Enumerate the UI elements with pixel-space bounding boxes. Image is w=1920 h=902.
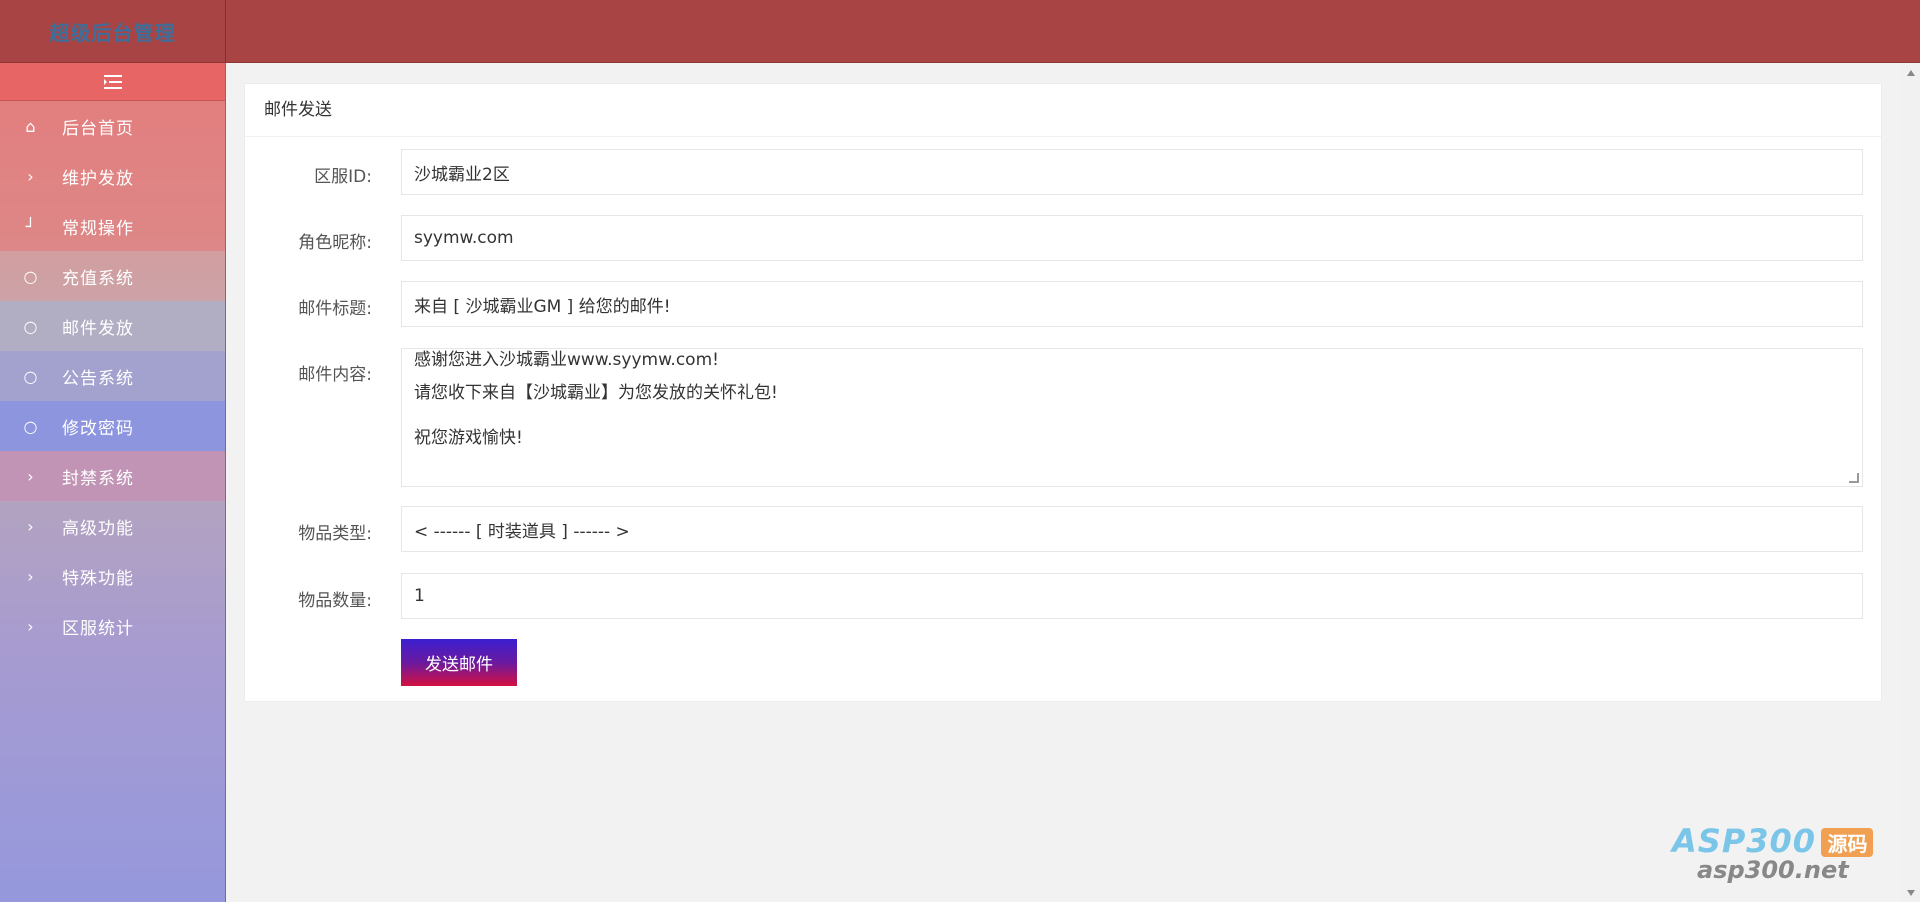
item-count-label: 物品数量: [298, 591, 372, 611]
chevron-right-icon: › [27, 166, 35, 186]
sidebar-item-maintenance[interactable]: › 维护发放 [0, 151, 225, 201]
sidebar-item-mail[interactable]: ○ 邮件发放 [0, 301, 225, 351]
sidebar-item-label: 维护发放 [62, 168, 134, 189]
content-line: 感谢您进入沙城霸业www.syymw.com! [414, 350, 719, 370]
sidebar-item-label: 邮件发放 [62, 318, 134, 339]
circle-icon: ○ [23, 366, 39, 386]
sidebar-item-advanced[interactable]: › 高级功能 [0, 501, 225, 551]
top-header: 超级后台管理 [0, 0, 1920, 63]
sidebar-item-label: 区服统计 [62, 618, 134, 639]
menu-fold-icon [103, 74, 122, 89]
sidebar-item-label: 封禁系统 [62, 468, 134, 489]
sidebar-item-label: 充值系统 [62, 268, 134, 289]
mail-form-card: 邮件发送 区服ID: 沙城霸业2区 角色昵称: syymw.com 邮件标题: … [244, 83, 1882, 702]
watermark-badge: 源码 [1821, 828, 1874, 857]
chevron-right-icon: › [27, 516, 35, 536]
sidebar-item-announcement[interactable]: ○ 公告系统 [0, 351, 225, 401]
scroll-up-icon[interactable] [1907, 70, 1915, 76]
role-input[interactable]: syymw.com [401, 215, 1863, 261]
subject-label: 邮件标题: [298, 299, 372, 319]
watermark-url: asp300.net [1697, 856, 1849, 884]
sidebar-item-routine[interactable]: ┘ 常规操作 [0, 201, 225, 251]
content-line: 祝您游戏愉快! [414, 428, 523, 448]
server-label: 区服ID: [314, 167, 372, 187]
circle-icon: ○ [23, 266, 39, 286]
content-label: 邮件内容: [298, 365, 372, 385]
item-type-select[interactable]: < ------ [ 时装道具 ] ------ > [401, 506, 1863, 552]
sidebar-item-stats[interactable]: › 区服统计 [0, 601, 225, 651]
logo: 超级后台管理 [0, 0, 226, 62]
sidebar-item-ban[interactable]: › 封禁系统 [0, 451, 225, 501]
page-title: 邮件发送 [245, 84, 1881, 137]
item-type-label: 物品类型: [298, 524, 372, 544]
circle-icon: ○ [23, 316, 39, 336]
server-input[interactable]: 沙城霸业2区 [401, 149, 1863, 195]
content-textarea[interactable]: 感谢您进入沙城霸业www.syymw.com! 请您收下来自【沙城霸业】为您发放… [401, 348, 1863, 487]
sidebar-item-label: 高级功能 [62, 518, 134, 539]
sidebar-item-label: 特殊功能 [62, 568, 134, 589]
scroll-down-icon[interactable] [1907, 890, 1915, 896]
send-mail-button[interactable]: 发送邮件 [401, 639, 517, 686]
sidebar-item-label: 公告系统 [62, 368, 134, 389]
sidebar-item-recharge[interactable]: ○ 充值系统 [0, 251, 225, 301]
home-icon: ⌂ [25, 116, 37, 136]
sidebar-item-label: 后台首页 [62, 118, 134, 139]
watermark-brand: ASP300 [1672, 822, 1817, 860]
sidebar-item-special[interactable]: › 特殊功能 [0, 551, 225, 601]
watermark: ASP300 源码 asp300.net [1672, 822, 1882, 894]
page-scrollbar[interactable] [1901, 63, 1920, 902]
role-label: 角色昵称: [298, 233, 372, 253]
resize-handle[interactable] [1849, 473, 1859, 483]
corner-icon: ┘ [25, 216, 37, 236]
sidebar-item-home[interactable]: ⌂ 后台首页 [0, 101, 225, 151]
chevron-right-icon: › [27, 566, 35, 586]
chevron-right-icon: › [27, 616, 35, 636]
sidebar-item-password[interactable]: ○ 修改密码 [0, 401, 225, 451]
sidebar-item-label: 修改密码 [62, 418, 134, 439]
item-count-input[interactable]: 1 [401, 573, 1863, 619]
subject-input[interactable]: 来自 [ 沙城霸业GM ] 给您的邮件! [401, 281, 1863, 327]
content-line: 请您收下来自【沙城霸业】为您发放的关怀礼包! [414, 383, 778, 403]
chevron-right-icon: › [27, 466, 35, 486]
circle-icon: ○ [23, 416, 39, 436]
sidebar-item-label: 常规操作 [62, 218, 134, 239]
sidebar: ⌂ 后台首页 › 维护发放 ┘ 常规操作 ○ 充值系统 ○ 邮件发放 ○ 公告系… [0, 63, 226, 902]
sidebar-toggle[interactable] [0, 63, 225, 101]
